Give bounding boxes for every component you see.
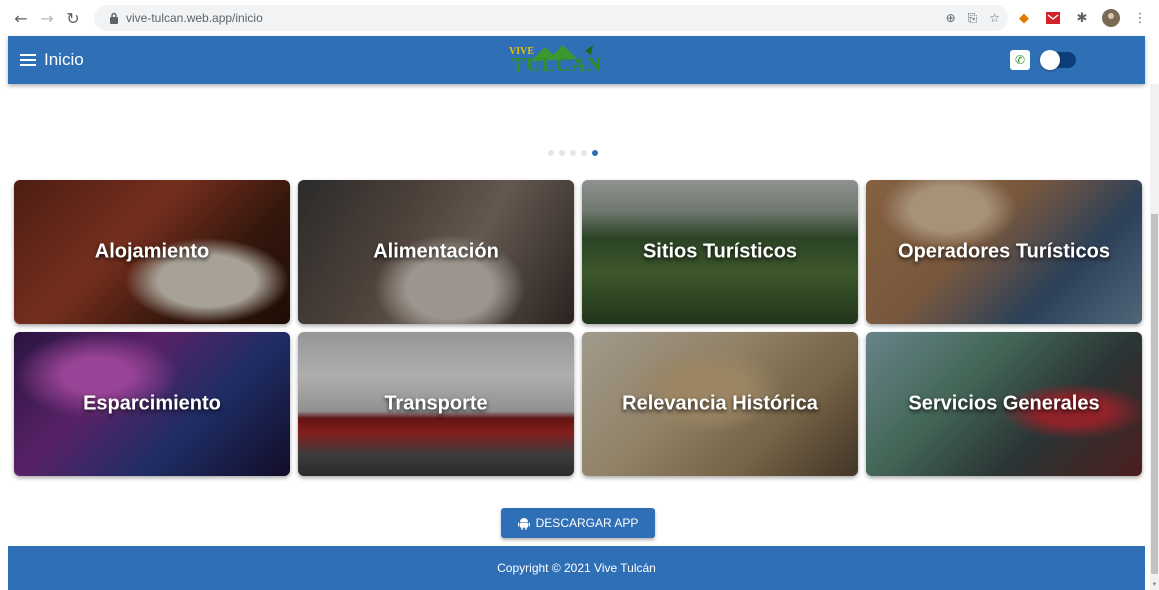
- category-label: Relevancia Histórica: [622, 392, 818, 415]
- lock-icon: [108, 11, 120, 25]
- category-label: Servicios Generales: [908, 392, 1100, 415]
- phone-icon[interactable]: ✆: [1010, 50, 1030, 70]
- download-app-label: DESCARGAR APP: [535, 516, 639, 530]
- carousel-dot[interactable]: [592, 150, 598, 156]
- category-label: Esparcimiento: [83, 392, 221, 415]
- scrollbar-thumb[interactable]: [1151, 214, 1158, 574]
- category-label: Sitios Turísticos: [642, 240, 798, 263]
- category-card-sitios-turisticos[interactable]: Sitios Turísticos: [582, 180, 858, 324]
- page-title: Inicio: [44, 50, 84, 69]
- install-icon[interactable]: ⊕: [946, 11, 956, 25]
- url-text: vive-tulcan.web.app/inicio: [126, 11, 263, 25]
- copyright-text: Copyright © 2021 Vive Tulcán: [497, 561, 656, 575]
- extension-fox-icon[interactable]: ◆: [1015, 9, 1033, 27]
- bookmark-star-icon[interactable]: ☆: [989, 11, 1000, 25]
- profile-avatar-icon[interactable]: [1102, 9, 1120, 27]
- address-bar[interactable]: vive-tulcan.web.app/inicio ⊕ ⎘ ☆: [94, 5, 1008, 31]
- logo-main-text: TULCAN: [511, 54, 603, 76]
- vive-tulcan-logo[interactable]: VIVE TULCAN: [501, 41, 613, 79]
- category-card-esparcimiento[interactable]: Esparcimiento: [14, 332, 290, 476]
- category-label: Alimentación: [373, 240, 499, 263]
- category-card-operadores-turisticos[interactable]: Operadores Turísticos: [866, 180, 1142, 324]
- category-label: Transporte: [384, 392, 488, 415]
- download-app-button[interactable]: DESCARGAR APP: [501, 508, 655, 538]
- category-card-relevancia-historica[interactable]: Relevancia Histórica: [582, 332, 858, 476]
- back-arrow-icon[interactable]: ←: [10, 7, 32, 29]
- extensions-puzzle-icon[interactable]: ✱: [1073, 9, 1091, 27]
- menu-kebab-icon[interactable]: ⋮: [1131, 9, 1149, 27]
- carousel-dot[interactable]: [548, 150, 554, 156]
- scroll-down-arrow-icon[interactable]: ▼: [1151, 582, 1158, 588]
- category-label: Alojamiento: [94, 240, 210, 263]
- theme-toggle[interactable]: [1040, 50, 1076, 70]
- carousel-indicators: [548, 150, 598, 156]
- category-card-alimentacion[interactable]: Alimentación: [298, 180, 574, 324]
- extension-mail-icon[interactable]: [1044, 9, 1062, 27]
- reload-icon[interactable]: ↻: [62, 7, 84, 29]
- carousel-dot[interactable]: [559, 150, 565, 156]
- category-card-alojamiento[interactable]: Alojamiento: [14, 180, 290, 324]
- carousel-dot[interactable]: [581, 150, 587, 156]
- category-card-servicios-generales[interactable]: Servicios Generales: [866, 332, 1142, 476]
- carousel-dot[interactable]: [570, 150, 576, 156]
- translate-icon[interactable]: ⎘: [968, 11, 978, 26]
- category-label: Operadores Turísticos: [898, 240, 1110, 263]
- category-card-transporte[interactable]: Transporte: [298, 332, 574, 476]
- hamburger-menu-icon[interactable]: [20, 53, 36, 67]
- forward-arrow-icon[interactable]: →: [36, 7, 58, 29]
- page-scrollbar[interactable]: ▼: [1150, 84, 1159, 590]
- page-footer: Copyright © 2021 Vive Tulcán: [8, 546, 1145, 590]
- browser-toolbar: ← → ↻ vive-tulcan.web.app/inicio ⊕ ⎘ ☆ ◆…: [0, 0, 1159, 36]
- android-icon: [517, 517, 530, 530]
- app-bar: Inicio VIVE TULCAN ✆: [8, 36, 1145, 84]
- toggle-knob: [1040, 50, 1060, 70]
